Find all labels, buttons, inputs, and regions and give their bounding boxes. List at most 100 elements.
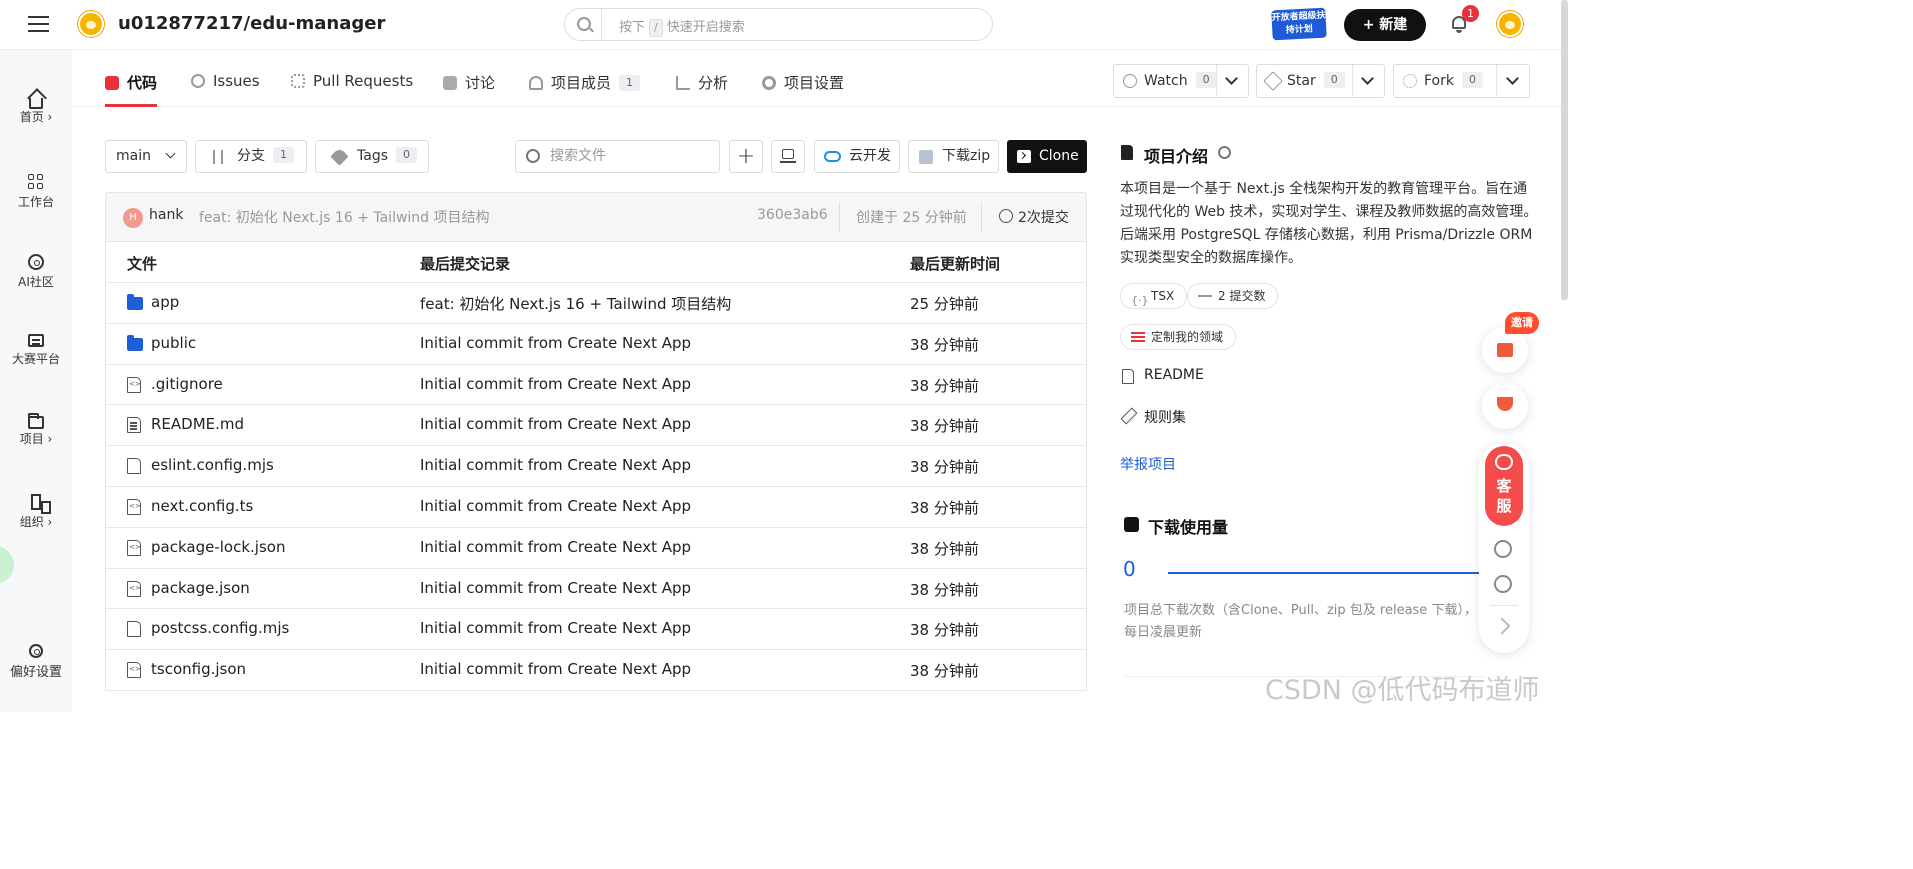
folder-icon xyxy=(127,334,143,351)
commit-author[interactable]: hank xyxy=(149,207,183,223)
tab-discussions[interactable]: 讨论 xyxy=(443,72,495,107)
chevron-down-icon xyxy=(165,148,176,159)
tab-discussions-label: 讨论 xyxy=(465,74,496,92)
file-name[interactable]: next.config.ts xyxy=(151,497,253,515)
file-commit[interactable]: Initial commit from Create Next App xyxy=(420,497,691,515)
code-file-icon xyxy=(127,498,141,515)
promo-banner[interactable]: 开放者超级扶持计划 xyxy=(1271,7,1327,41)
star-button[interactable]: Star 0 xyxy=(1256,64,1385,98)
web-ide-button[interactable] xyxy=(771,140,805,173)
nav-ai-community[interactable]: AI社区 xyxy=(0,254,72,290)
file-commit[interactable]: Initial commit from Create Next App xyxy=(420,456,691,474)
clone-button[interactable]: Clone xyxy=(1007,140,1087,173)
report-link[interactable]: 举报项目 xyxy=(1120,454,1176,474)
branches-button[interactable]: 分支 1 xyxy=(195,140,307,173)
file-commit[interactable]: Initial commit from Create Next App xyxy=(420,375,691,393)
sliders-icon xyxy=(1131,332,1145,334)
file-commit[interactable]: Initial commit from Create Next App xyxy=(420,579,691,597)
nav-preferences[interactable]: 偏好设置 xyxy=(0,644,72,680)
table-row[interactable]: package-lock.json Initial commit from Cr… xyxy=(106,526,1086,568)
table-row[interactable]: app feat: 初始化 Next.js 16 + Tailwind 项目结构… xyxy=(106,282,1086,323)
file-icon xyxy=(127,621,141,638)
file-name[interactable]: eslint.config.mjs xyxy=(151,456,274,474)
table-row[interactable]: package.json Initial commit from Create … xyxy=(106,567,1086,609)
home-icon xyxy=(29,98,43,109)
table-row[interactable]: .gitignore Initial commit from Create Ne… xyxy=(106,363,1086,405)
file-time: 38 分钟前 xyxy=(910,335,979,354)
invite-badge[interactable]: 邀请 xyxy=(1505,312,1539,334)
file-name[interactable]: package-lock.json xyxy=(151,538,285,556)
file-name[interactable]: .gitignore xyxy=(151,375,223,393)
customer-service-button[interactable]: 客服 xyxy=(1485,446,1523,526)
readme-link[interactable]: README xyxy=(1144,367,1204,383)
file-commit[interactable]: Initial commit from Create Next App xyxy=(420,619,691,637)
scrollbar[interactable] xyxy=(1561,0,1568,300)
file-commit[interactable]: Initial commit from Create Next App xyxy=(420,415,691,433)
chevron-down-icon[interactable] xyxy=(1506,72,1519,85)
commit-message[interactable]: feat: 初始化 Next.js 16 + Tailwind 项目结构 xyxy=(199,207,490,227)
tab-pull-requests[interactable]: Pull Requests xyxy=(291,72,413,107)
user-avatar[interactable] xyxy=(1497,11,1523,37)
nav-projects[interactable]: 项目 › xyxy=(0,413,72,447)
file-commit[interactable]: Initial commit from Create Next App xyxy=(420,660,691,678)
file-name[interactable]: package.json xyxy=(151,579,250,597)
org-icon xyxy=(31,494,51,514)
chevron-down-icon[interactable] xyxy=(1361,72,1374,85)
table-row[interactable]: tsconfig.json Initial commit from Create… xyxy=(106,649,1086,690)
repo-title[interactable]: u012877217/edu-manager xyxy=(118,13,385,34)
fork-icon xyxy=(1403,74,1417,88)
file-name[interactable]: app xyxy=(151,293,179,311)
menu-icon[interactable] xyxy=(28,14,50,34)
add-file-button[interactable]: + xyxy=(729,140,763,173)
nav-workbench-label: 工作台 xyxy=(17,195,54,209)
file-name[interactable]: public xyxy=(151,334,196,352)
tab-settings[interactable]: 项目设置 xyxy=(762,72,844,107)
terminal-icon xyxy=(1017,150,1031,163)
download-zip-button[interactable]: 下载zip xyxy=(908,140,999,173)
tab-analytics[interactable]: 分析 xyxy=(676,72,728,107)
branch-select[interactable]: main xyxy=(105,140,187,173)
tab-code[interactable]: 代码 xyxy=(105,72,158,107)
cloud-dev-button[interactable]: 云开发 xyxy=(814,140,900,173)
file-commit[interactable]: feat: 初始化 Next.js 16 + Tailwind 项目结构 xyxy=(420,293,731,314)
table-row[interactable]: postcss.config.mjs Initial commit from C… xyxy=(106,608,1086,649)
tab-issues[interactable]: Issues xyxy=(191,72,260,107)
file-commit[interactable]: Initial commit from Create Next App xyxy=(420,334,691,352)
nav-home[interactable]: 首页 › xyxy=(0,94,72,125)
file-search-input[interactable]: 搜索文件 xyxy=(515,140,720,173)
file-name[interactable]: postcss.config.mjs xyxy=(151,619,289,637)
smiley-icon[interactable] xyxy=(1494,575,1512,593)
tags-button[interactable]: Tags 0 xyxy=(315,140,429,173)
table-row[interactable]: eslint.config.mjs Initial commit from Cr… xyxy=(106,445,1086,486)
global-search[interactable]: 按下 / 快速开启搜索 xyxy=(564,8,993,41)
language-chip[interactable]: {·} TSX xyxy=(1120,283,1188,309)
rules-link[interactable]: 规则集 xyxy=(1144,407,1186,427)
chevron-down-icon[interactable] xyxy=(1225,72,1238,85)
search-placeholder: 按下 / 快速开启搜索 xyxy=(619,16,745,37)
refresh-icon[interactable] xyxy=(1494,540,1512,558)
new-button[interactable]: + 新建 xyxy=(1344,9,1426,41)
avatar[interactable]: H xyxy=(123,208,143,228)
commit-hash[interactable]: 360e3ab6 xyxy=(757,207,828,223)
nav-competition[interactable]: 大赛平台 xyxy=(0,334,72,367)
file-time: 38 分钟前 xyxy=(910,580,979,599)
file-name[interactable]: README.md xyxy=(151,415,244,433)
settings-icon xyxy=(762,76,776,90)
tab-members[interactable]: 项目成员 1 xyxy=(529,72,641,107)
fork-button[interactable]: Fork 0 xyxy=(1393,64,1530,98)
tab-issues-label: Issues xyxy=(213,72,260,90)
commits-chip[interactable]: 2 提交数 xyxy=(1187,283,1279,309)
gear-icon[interactable] xyxy=(1218,146,1231,159)
file-commit[interactable]: Initial commit from Create Next App xyxy=(420,538,691,556)
table-row[interactable]: README.md Initial commit from Create Nex… xyxy=(106,404,1086,445)
watch-button[interactable]: Watch 0 xyxy=(1113,64,1249,98)
file-name[interactable]: tsconfig.json xyxy=(151,660,246,678)
nav-orgs[interactable]: 组织 › xyxy=(0,494,72,530)
domain-chip[interactable]: 定制我的领域 xyxy=(1120,324,1237,350)
trophy-button[interactable] xyxy=(1482,383,1528,429)
table-row[interactable]: next.config.ts Initial commit from Creat… xyxy=(106,485,1086,527)
commit-count[interactable]: 2次提交 xyxy=(1018,207,1069,227)
gitcode-logo[interactable] xyxy=(78,11,104,37)
table-row[interactable]: public Initial commit from Create Next A… xyxy=(106,322,1086,364)
nav-workbench[interactable]: 工作台 xyxy=(0,174,72,210)
